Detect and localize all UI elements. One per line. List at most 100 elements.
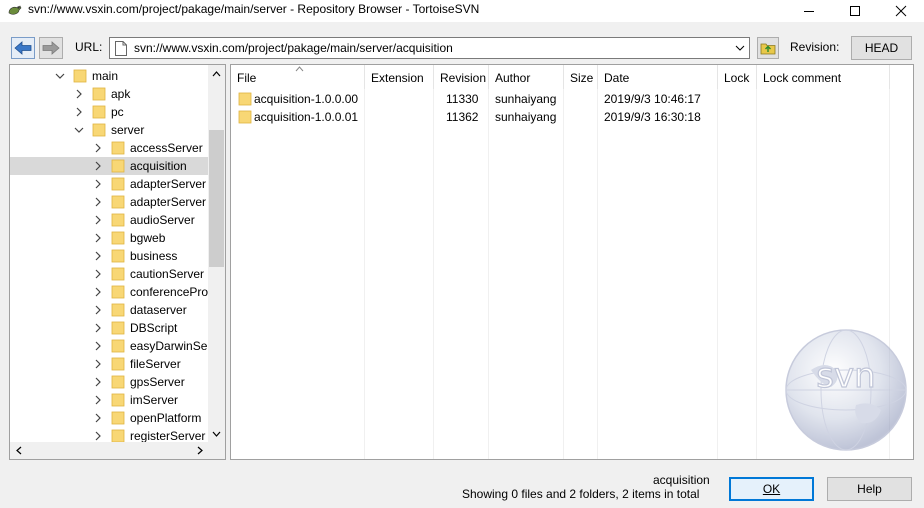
folder-icon bbox=[111, 249, 125, 263]
column-header-file-label: File bbox=[237, 71, 257, 85]
chevron-right-icon[interactable] bbox=[93, 178, 103, 190]
url-label: URL: bbox=[75, 40, 103, 54]
browse-folder-button[interactable] bbox=[757, 37, 779, 59]
chevron-right-icon[interactable] bbox=[93, 322, 103, 334]
tree-item[interactable]: adapterServer bbox=[10, 193, 208, 211]
column-header-author[interactable]: Author bbox=[489, 65, 564, 89]
close-button[interactable] bbox=[878, 0, 924, 22]
chevron-right-icon[interactable] bbox=[93, 430, 103, 442]
chevron-right-icon[interactable] bbox=[93, 196, 103, 208]
tree-item[interactable]: DBScript bbox=[10, 319, 208, 337]
tree-item[interactable]: conferencePro bbox=[10, 283, 208, 301]
chevron-down-icon[interactable] bbox=[74, 124, 84, 136]
tree-item[interactable]: accessServer bbox=[10, 139, 208, 157]
help-button[interactable]: Help bbox=[827, 477, 912, 501]
maximize-button[interactable] bbox=[832, 0, 878, 22]
table-row[interactable]: acquisition-1.0.0.01 11362 sunhaiyang 2019/… bbox=[231, 108, 891, 126]
column-divider bbox=[756, 89, 757, 459]
column-divider bbox=[563, 89, 564, 459]
chevron-right-icon[interactable] bbox=[93, 214, 103, 226]
scroll-thumb[interactable] bbox=[209, 130, 224, 267]
column-header-lock[interactable]: Lock bbox=[718, 65, 757, 89]
cell-author: sunhaiyang bbox=[495, 110, 557, 124]
column-header-file[interactable]: File bbox=[231, 65, 365, 89]
column-header-lock-label: Lock bbox=[724, 71, 750, 85]
column-header-size[interactable]: Size bbox=[564, 65, 598, 89]
chevron-right-icon[interactable] bbox=[74, 88, 84, 100]
tree-item-label: server bbox=[111, 123, 145, 137]
tree-item-label: pc bbox=[111, 105, 124, 119]
scroll-up-button[interactable] bbox=[208, 65, 225, 82]
chevron-right-icon[interactable] bbox=[93, 394, 103, 406]
chevron-right-icon[interactable] bbox=[93, 142, 103, 154]
repository-tree[interactable]: main apk pc server accessServer acquisition ad… bbox=[9, 64, 226, 460]
file-list[interactable]: File Extension Revision Author Size Date… bbox=[230, 64, 914, 460]
tree-item-label: gpsServer bbox=[130, 375, 185, 389]
column-header-author-label: Author bbox=[495, 71, 531, 85]
chevron-right-icon[interactable] bbox=[93, 376, 103, 388]
tree-item[interactable]: acquisition bbox=[10, 157, 208, 175]
tree-item[interactable]: server bbox=[10, 121, 208, 139]
ok-button[interactable]: OK bbox=[729, 477, 814, 501]
folder-icon bbox=[111, 285, 125, 299]
tree-item[interactable]: apk bbox=[10, 85, 208, 103]
title-bar: svn://www.vsxin.com/project/pakage/main/… bbox=[0, 0, 924, 22]
minimize-button[interactable] bbox=[786, 0, 832, 22]
revision-head-button[interactable]: HEAD bbox=[851, 36, 912, 60]
tree-item[interactable]: fileServer bbox=[10, 355, 208, 373]
back-arrow-icon bbox=[14, 41, 32, 55]
chevron-down-icon[interactable] bbox=[55, 70, 65, 82]
tree-vertical-scrollbar[interactable] bbox=[208, 65, 225, 442]
chevron-right-icon[interactable] bbox=[93, 232, 103, 244]
cell-revision: 11330 bbox=[446, 92, 479, 106]
folder-icon bbox=[92, 87, 106, 101]
scroll-left-button[interactable] bbox=[10, 442, 27, 459]
chevron-right-icon[interactable] bbox=[93, 340, 103, 352]
forward-arrow-icon bbox=[42, 41, 60, 55]
folder-icon bbox=[111, 375, 125, 389]
scroll-right-button[interactable] bbox=[191, 442, 208, 459]
minimize-icon bbox=[804, 11, 814, 12]
tree-item-label: openPlatform bbox=[130, 411, 202, 425]
url-dropdown-button[interactable] bbox=[733, 40, 747, 56]
folder-icon bbox=[111, 213, 125, 227]
tree-item-label: dataserver bbox=[130, 303, 187, 317]
column-header-revision[interactable]: Revision bbox=[434, 65, 489, 89]
chevron-right-icon[interactable] bbox=[93, 286, 103, 298]
chevron-right-icon[interactable] bbox=[93, 412, 103, 424]
chevron-right-icon[interactable] bbox=[74, 106, 84, 118]
status-summary: Showing 0 files and 2 folders, 2 items i… bbox=[462, 487, 700, 501]
tree-item[interactable]: openPlatform bbox=[10, 409, 208, 427]
tree-item[interactable]: imServer bbox=[10, 391, 208, 409]
column-header-extension[interactable]: Extension bbox=[365, 65, 434, 89]
tree-item-label: fileServer bbox=[130, 357, 181, 371]
tree-item[interactable]: main bbox=[10, 67, 208, 85]
tree-item[interactable]: pc bbox=[10, 103, 208, 121]
chevron-right-icon[interactable] bbox=[93, 304, 103, 316]
tree-item[interactable]: bgweb bbox=[10, 229, 208, 247]
tree-item[interactable]: easyDarwinSer bbox=[10, 337, 211, 355]
column-header-lock-comment[interactable]: Lock comment bbox=[757, 65, 890, 89]
url-input[interactable]: svn://www.vsxin.com/project/pakage/main/… bbox=[134, 41, 453, 55]
tree-item[interactable]: business bbox=[10, 247, 208, 265]
cell-file: acquisition-1.0.0.01 bbox=[254, 110, 359, 124]
column-header-date-label: Date bbox=[604, 71, 630, 85]
tree-item[interactable]: cautionServer bbox=[10, 265, 208, 283]
column-header-date[interactable]: Date bbox=[598, 65, 718, 89]
folder-icon bbox=[111, 429, 125, 443]
tree-item[interactable]: adapterServer bbox=[10, 175, 208, 193]
chevron-right-icon[interactable] bbox=[93, 268, 103, 280]
back-button[interactable] bbox=[11, 37, 35, 59]
tree-item[interactable]: gpsServer bbox=[10, 373, 208, 391]
tree-item[interactable]: dataserver bbox=[10, 301, 208, 319]
table-row[interactable]: acquisition-1.0.0.00 11330 sunhaiyang 2019/… bbox=[231, 90, 891, 108]
tree-item[interactable]: audioServer bbox=[10, 211, 208, 229]
chevron-right-icon[interactable] bbox=[93, 250, 103, 262]
tree-horizontal-scrollbar[interactable] bbox=[10, 442, 208, 459]
forward-button[interactable] bbox=[39, 37, 63, 59]
chevron-right-icon[interactable] bbox=[93, 160, 103, 172]
tree-item-label: main bbox=[92, 69, 119, 83]
url-combobox[interactable]: svn://www.vsxin.com/project/pakage/main/… bbox=[109, 37, 750, 59]
scroll-down-button[interactable] bbox=[208, 425, 225, 442]
chevron-right-icon[interactable] bbox=[93, 358, 103, 370]
